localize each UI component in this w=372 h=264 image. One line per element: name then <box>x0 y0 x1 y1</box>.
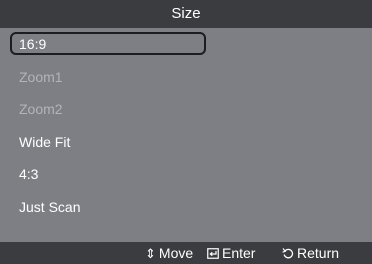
option-wide-fit[interactable]: Wide Fit <box>10 126 360 159</box>
option-label: Zoom2 <box>19 101 63 117</box>
option-label: Wide Fit <box>19 133 71 150</box>
option-zoom2: Zoom2 <box>10 93 360 126</box>
option-4-3[interactable]: 4:3 <box>10 158 360 191</box>
menu-title: Size <box>0 0 372 28</box>
option-label: 4:3 <box>19 166 39 182</box>
enter-label: Enter <box>222 245 256 261</box>
up-down-arrow-icon: ⇕ <box>145 246 156 261</box>
enter-icon <box>207 243 219 264</box>
size-options-list: 16:9 Zoom1 Zoom2 Wide Fit 4:3 Just Scan <box>10 28 360 223</box>
option-zoom1: Zoom1 <box>10 61 360 94</box>
move-label: Move <box>158 245 194 261</box>
return-icon <box>282 243 294 264</box>
option-label: 16:9 <box>19 36 47 52</box>
return-hint: Return <box>282 242 339 264</box>
option-just-scan[interactable]: Just Scan <box>10 191 360 224</box>
return-label: Return <box>297 245 340 261</box>
option-label: Zoom1 <box>19 68 63 85</box>
footer-hint-bar: ⇕ Move Enter Return <box>0 242 372 264</box>
option-16-9[interactable]: 16:9 <box>10 28 360 61</box>
option-label: Just Scan <box>19 198 81 215</box>
enter-hint: Enter <box>207 242 255 264</box>
size-menu: Size 16:9 Zoom1 Zoom2 Wide Fit 4:3 Just … <box>0 0 372 264</box>
move-hint: ⇕ Move <box>145 242 193 264</box>
